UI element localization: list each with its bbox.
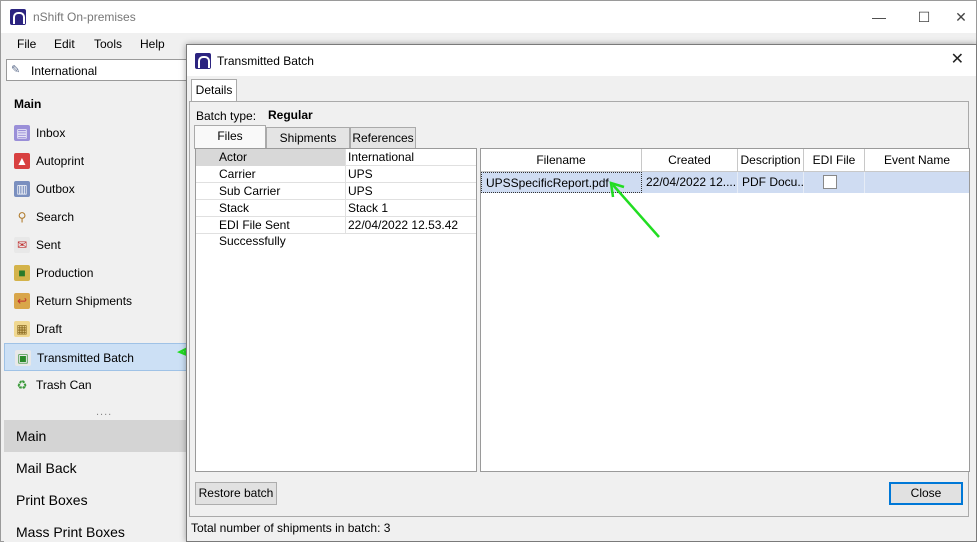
return-icon: ↩: [14, 293, 30, 309]
column-header-description[interactable]: Description: [738, 149, 804, 172]
autoprint-icon: ▲: [14, 153, 30, 169]
cell-edi-file: [804, 172, 865, 193]
actor-combobox-value: International: [31, 64, 98, 78]
menu-file[interactable]: File: [17, 37, 36, 51]
batch-details-grid: Actor International Carrier UPS Sub Carr…: [195, 148, 477, 472]
batch-type-label: Batch type:: [196, 109, 257, 123]
section-label: Mass Print Boxes: [16, 524, 125, 540]
sidebar-item-label: Transmitted Batch: [37, 351, 134, 365]
detail-value: UPS: [348, 184, 373, 198]
sidebar-item-trash-can[interactable]: ♻ Trash Can: [4, 371, 188, 399]
sidebar-item-autoprint[interactable]: ▲ Autoprint: [4, 147, 188, 175]
search-icon: ⚲: [17, 210, 27, 224]
nshift-logo-icon: [10, 9, 26, 25]
detail-key: Carrier: [196, 166, 346, 183]
section-print-boxes[interactable]: Print Boxes: [4, 484, 188, 516]
detail-row-edi-sent[interactable]: EDI File Sent Successfully 22/04/2022 12…: [196, 217, 476, 248]
details-panel: Batch type: Regular Files Shipments Refe…: [189, 101, 970, 517]
sidebar-item-sent[interactable]: ✉ Sent: [4, 231, 188, 259]
draft-icon: ▦: [14, 321, 30, 337]
detail-value: International: [348, 150, 415, 164]
detail-row-actor[interactable]: Actor International: [196, 149, 476, 166]
cell-event-name[interactable]: [865, 172, 969, 193]
nav-list: ▤ Inbox ▲ Autoprint ▥ Outbox ⚲ Search ✉ …: [4, 119, 188, 399]
detail-value: Stack 1: [348, 201, 389, 215]
close-dialog-button[interactable]: Close: [889, 482, 963, 505]
files-grid: Filename Created Description EDI File Ev…: [480, 148, 970, 472]
detail-row-carrier[interactable]: Carrier UPS: [196, 166, 476, 183]
detail-row-stack[interactable]: Stack Stack 1: [196, 200, 476, 217]
column-header-edi-file[interactable]: EDI File: [804, 149, 865, 172]
detail-key: Stack: [196, 200, 346, 217]
sidebar-item-inbox[interactable]: ▤ Inbox: [4, 119, 188, 147]
detail-value: UPS: [348, 167, 373, 181]
trash-icon: ♻: [16, 378, 28, 392]
detail-key: Actor: [196, 149, 346, 166]
sidebar-item-label: Return Shipments: [36, 294, 133, 308]
sidebar-item-return-shipments[interactable]: ↩ Return Shipments: [4, 287, 188, 315]
tab-details[interactable]: Details: [191, 79, 237, 101]
tab-files[interactable]: Files: [194, 125, 266, 149]
section-label: Print Boxes: [16, 492, 88, 508]
edi-file-checkbox[interactable]: [823, 175, 837, 189]
section-label: Mail Back: [16, 460, 77, 476]
menu-help[interactable]: Help: [140, 37, 165, 51]
sidebar-item-draft[interactable]: ▦ Draft: [4, 315, 188, 343]
menu-tools[interactable]: Tools: [94, 37, 122, 51]
title-bar: nShift On-premises — ☐ ✕: [1, 1, 976, 33]
sidebar: ✎ International Main ▤ Inbox ▲ Autoprint…: [4, 57, 204, 542]
restore-batch-button[interactable]: Restore batch: [195, 482, 277, 505]
nshift-logo-icon: [195, 53, 211, 69]
maximize-button[interactable]: ☐: [908, 7, 940, 27]
close-button[interactable]: ✕: [945, 7, 977, 27]
sidebar-item-label: Trash Can: [36, 378, 92, 392]
sidebar-item-outbox[interactable]: ▥ Outbox: [4, 175, 188, 203]
transmitted-batch-icon: ▣: [15, 350, 31, 366]
tab-references[interactable]: References: [350, 127, 416, 149]
section-mass-print-boxes[interactable]: Mass Print Boxes: [4, 516, 188, 542]
sidebar-item-label: Search: [36, 210, 75, 224]
section-main[interactable]: Main: [4, 420, 188, 452]
section-label: Main: [16, 428, 47, 444]
transmitted-batch-dialog: Transmitted Batch ✕ Details Batch type: …: [186, 44, 977, 542]
menu-edit[interactable]: Edit: [54, 37, 75, 51]
sidebar-item-label: Draft: [36, 322, 63, 336]
tab-shipments[interactable]: Shipments: [266, 127, 350, 149]
detail-value: 22/04/2022 12.53.42: [348, 218, 459, 232]
sidebar-item-label: Production: [36, 266, 94, 280]
sidebar-header: Main: [14, 97, 42, 111]
dialog-title-bar: Transmitted Batch ✕: [187, 45, 976, 76]
app-title: nShift On-premises: [33, 10, 136, 24]
sidebar-item-transmitted-batch[interactable]: ▣ Transmitted Batch: [4, 343, 188, 371]
outbox-icon: ▥: [14, 181, 30, 197]
sidebar-item-label: Inbox: [36, 126, 66, 140]
status-text: Total number of shipments in batch: 3: [191, 521, 391, 535]
inbox-icon: ▤: [14, 125, 30, 141]
batch-type-value: Regular: [268, 108, 313, 122]
actor-icon: ✎: [11, 64, 21, 76]
sidebar-item-label: Outbox: [36, 182, 75, 196]
sidebar-item-search[interactable]: ⚲ Search: [4, 203, 188, 231]
detail-key: EDI File Sent Successfully: [196, 217, 346, 248]
section-mail-back[interactable]: Mail Back: [4, 452, 188, 484]
sidebar-item-label: Sent: [36, 238, 61, 252]
column-header-event-name[interactable]: Event Name: [865, 149, 969, 172]
detail-key: Sub Carrier: [196, 183, 346, 200]
dialog-title: Transmitted Batch: [217, 54, 314, 68]
annotation-arrow-file: [609, 181, 660, 238]
dialog-close-button[interactable]: ✕: [951, 50, 964, 70]
production-icon: ■: [14, 265, 30, 281]
table-row[interactable]: UPSSpecificReport.pdf 22/04/2022 12.... …: [481, 172, 969, 193]
actor-combobox[interactable]: ✎ International: [6, 59, 188, 81]
detail-row-sub-carrier[interactable]: Sub Carrier UPS: [196, 183, 476, 200]
sidebar-item-production[interactable]: ■ Production: [4, 259, 188, 287]
sidebar-item-label: Autoprint: [36, 154, 85, 168]
splitter-dots[interactable]: ....: [96, 406, 112, 418]
cell-description[interactable]: PDF Docu...: [738, 172, 804, 193]
minimize-button[interactable]: —: [863, 7, 895, 27]
sent-icon: ✉: [14, 237, 30, 253]
